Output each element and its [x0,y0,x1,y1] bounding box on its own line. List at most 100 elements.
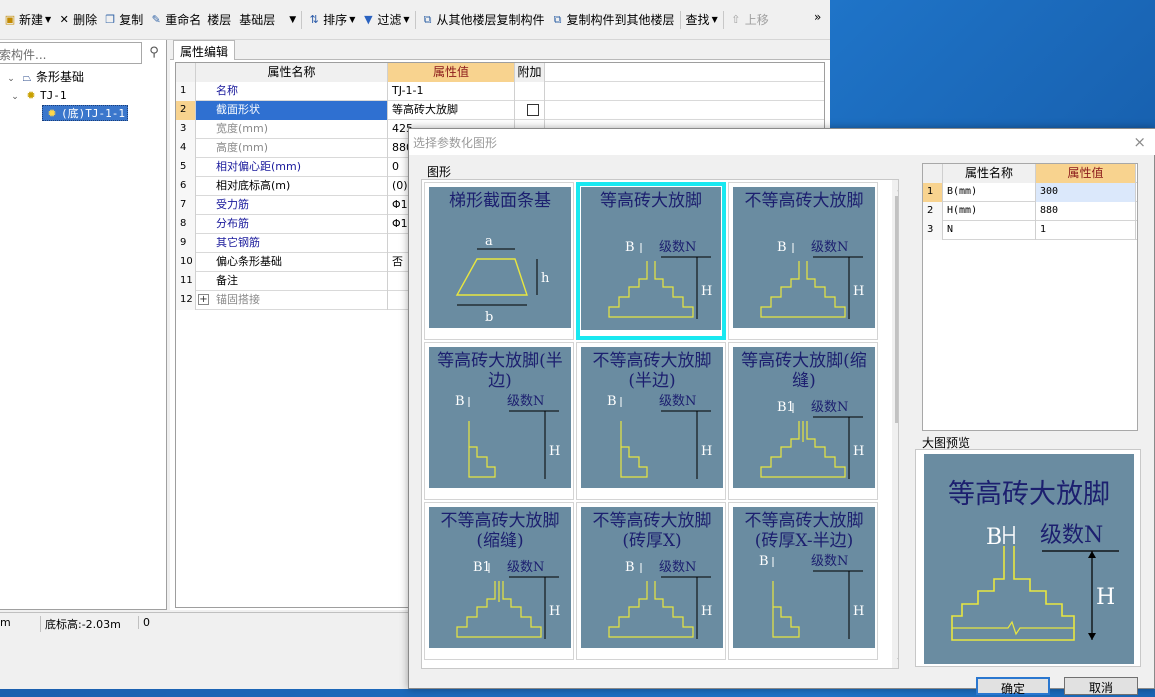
shape-card[interactable]: 梯形截面条基 a h b [424,182,574,340]
chevron-down-icon: ▼ [289,14,297,25]
property-name: 截面形状 [196,101,388,120]
shape-thumbnail: 等高砖大放脚(缩缝) B1 级数N H [733,347,875,488]
select-shape-dialog: 选择参数化图形 × 图形 ▲ ▼ 梯形截面条基ahb等高砖大放脚B级数NH不等高… [408,128,1155,696]
svg-text:H: H [549,604,560,619]
sort-button[interactable]: ⇅ 排序 ▼ [304,9,358,31]
copy-to-floor-button[interactable]: ⧉ 复制构件到其他楼层 [548,9,678,31]
copy-from-floor-button[interactable]: ⧉ 从其他楼层复制构件 [418,9,548,31]
svg-text:H: H [853,604,864,619]
shape-gallery: ▲ ▼ 梯形截面条基ahb等高砖大放脚B级数NH不等高砖大放脚B级数NH 等高砖大… [421,179,899,669]
property-name: H(mm) [943,202,1036,221]
row-number: 4 [176,139,196,158]
svg-text:B: B [986,525,1002,550]
search-input[interactable]: 索构件... [0,42,142,64]
chevron-down-icon: ▼ [45,15,52,24]
shape-card[interactable]: 等高砖大放脚(半边) B 级数N H [424,342,574,500]
shape-thumbnail: 不等高砖大放脚 B 级数N H [733,187,875,328]
svg-text:H: H [549,444,560,459]
separator [301,10,303,29]
copy-icon: ❐ [105,12,116,26]
shape-card[interactable]: 不等高砖大放脚(砖厚X-半边) B 级数N H [728,502,878,660]
copy-button[interactable]: ❐ 复制 [100,9,146,31]
step-foundation-diagram: B 级数N H [608,560,712,639]
step-foundation-diagram: B 级数N H [608,240,712,319]
property-value[interactable]: 等高砖大放脚 [388,101,515,120]
table-row[interactable]: 3N1 [923,221,1137,240]
floor-select[interactable]: 基础层 ▼ [236,10,299,30]
svg-text:级数N: 级数N [811,554,848,569]
row-number: 8 [176,215,196,234]
attach-cell [515,82,545,101]
shape-property-table: 属性名称 属性值 1 B(mm) 300 2 H(mm) 880 3 N 1 [922,163,1138,431]
tree-node-tj1-1[interactable]: ✹ (底)TJ-1-1 [42,104,128,122]
ok-button[interactable]: 确定 [976,677,1050,696]
svg-text:级数N: 级数N [1040,523,1103,548]
gear-icon: ✹ [47,107,57,120]
gallery-label: 图形 [427,165,452,179]
attach-cell [515,101,545,120]
filter-button[interactable]: ▼ 过滤 ▼ [358,9,412,31]
tab-property-edit[interactable]: 属性编辑 [173,40,236,60]
shape-thumbnail: 等高砖大放脚(半边) B 级数N H [429,347,571,488]
expand-plus-icon[interactable]: + [198,294,209,305]
table-row[interactable]: 2 截面形状 等高砖大放脚 [176,101,824,120]
search-icon[interactable]: ⚲ [144,43,164,63]
property-value[interactable]: 300 [1036,183,1136,202]
svg-text:H: H [1096,585,1115,610]
row-number: 3 [176,120,196,139]
property-value[interactable]: 1 [1036,221,1136,240]
more-button[interactable]: » [814,6,821,28]
preview-caption: 等高砖大放脚 [948,479,1110,510]
table-row[interactable]: 1 名称 TJ-1-1 [176,82,824,101]
move-up-button[interactable]: ⇧ 上移 [726,9,772,31]
shape-card[interactable]: 等高砖大放脚 B 级数N H [576,182,726,340]
new-button[interactable]: ▣ 新建 ▼ [0,9,54,31]
delete-button[interactable]: ✕ 删除 [54,9,100,31]
column-header: 属性值 [1036,164,1136,183]
shape-card[interactable]: 不等高砖大放脚(缩缝) B1 级数N H [424,502,574,660]
foundation-icon: ⏢ [22,71,32,84]
column-header: 属性名称 [943,164,1036,183]
find-button[interactable]: 查找 ▼ [683,9,721,31]
shape-card[interactable]: 等高砖大放脚(缩缝) B1 级数N H [728,342,878,500]
shape-card[interactable]: 不等高砖大放脚(砖厚X) B 级数N H [576,502,726,660]
dialog-title: 选择参数化图形 [409,129,1155,155]
expand-icon: ⌄ [11,92,19,102]
scroll-down-icon[interactable]: ▼ [892,654,899,668]
preview-image: 等高砖大放脚 B 级数N H [924,454,1134,664]
gallery-scrollbar[interactable]: ▲ ▼ [892,180,899,668]
copy-from-floor-icon: ⧉ [423,12,432,26]
shape-card[interactable]: 不等高砖大放脚 B 级数N H [728,182,878,340]
table-row[interactable]: 1 B(mm) 300 [923,183,1137,202]
toolbar: ▣ 新建 ▼ ✕ 删除 ❐ 复制 ✎ 重命名 楼层 基础层 ▼ ⇅ 排序 ▼ ▼ 过滤 ▼ ⧉ 从其他… [0,0,830,40]
sort-icon: ⇅ [309,12,319,26]
property-value[interactable]: TJ-1-1 [388,82,515,101]
tree-node-tj1[interactable]: ⌄ ✹ TJ-1 [8,86,66,104]
cancel-button[interactable]: 取消 [1064,677,1138,695]
delete-icon: ✕ [59,12,69,26]
scroll-thumb[interactable] [895,196,898,423]
property-name: 相对底标高(m) [196,177,388,196]
svg-text:级数N: 级数N [659,394,696,409]
attach-checkbox[interactable] [527,104,539,116]
scroll-up-icon[interactable]: ▲ [892,180,899,196]
property-value[interactable]: 880 [1036,202,1136,221]
row-number: 2 [923,202,943,221]
svg-text:级数N: 级数N [811,240,848,255]
property-name: N [943,221,1036,240]
copy-to-floor-icon: ⧉ [553,12,562,26]
table-row[interactable]: 2 H(mm) 880 [923,202,1137,221]
component-tree-pane: 索构件... ⚲ ⌄ ⏢ 条形基础 ⌄ ✹ TJ-1 ✹ (底)TJ-1-1 [0,40,167,610]
row-number: 5 [176,158,196,177]
tree-node-root[interactable]: ⌄ ⏢ 条形基础 [4,68,84,86]
row-number: 6 [176,177,196,196]
property-name: 备注 [196,272,388,291]
shape-card[interactable]: 不等高砖大放脚(半边) B 级数N H [576,342,726,500]
svg-text:B1: B1 [473,560,491,575]
trapezoid-diagram: a h b [455,234,550,325]
svg-text:H: H [701,284,712,299]
rename-button[interactable]: ✎ 重命名 [146,9,204,31]
row-number: 11 [176,272,196,291]
close-icon[interactable]: × [1133,133,1146,151]
svg-text:B1: B1 [777,400,795,415]
